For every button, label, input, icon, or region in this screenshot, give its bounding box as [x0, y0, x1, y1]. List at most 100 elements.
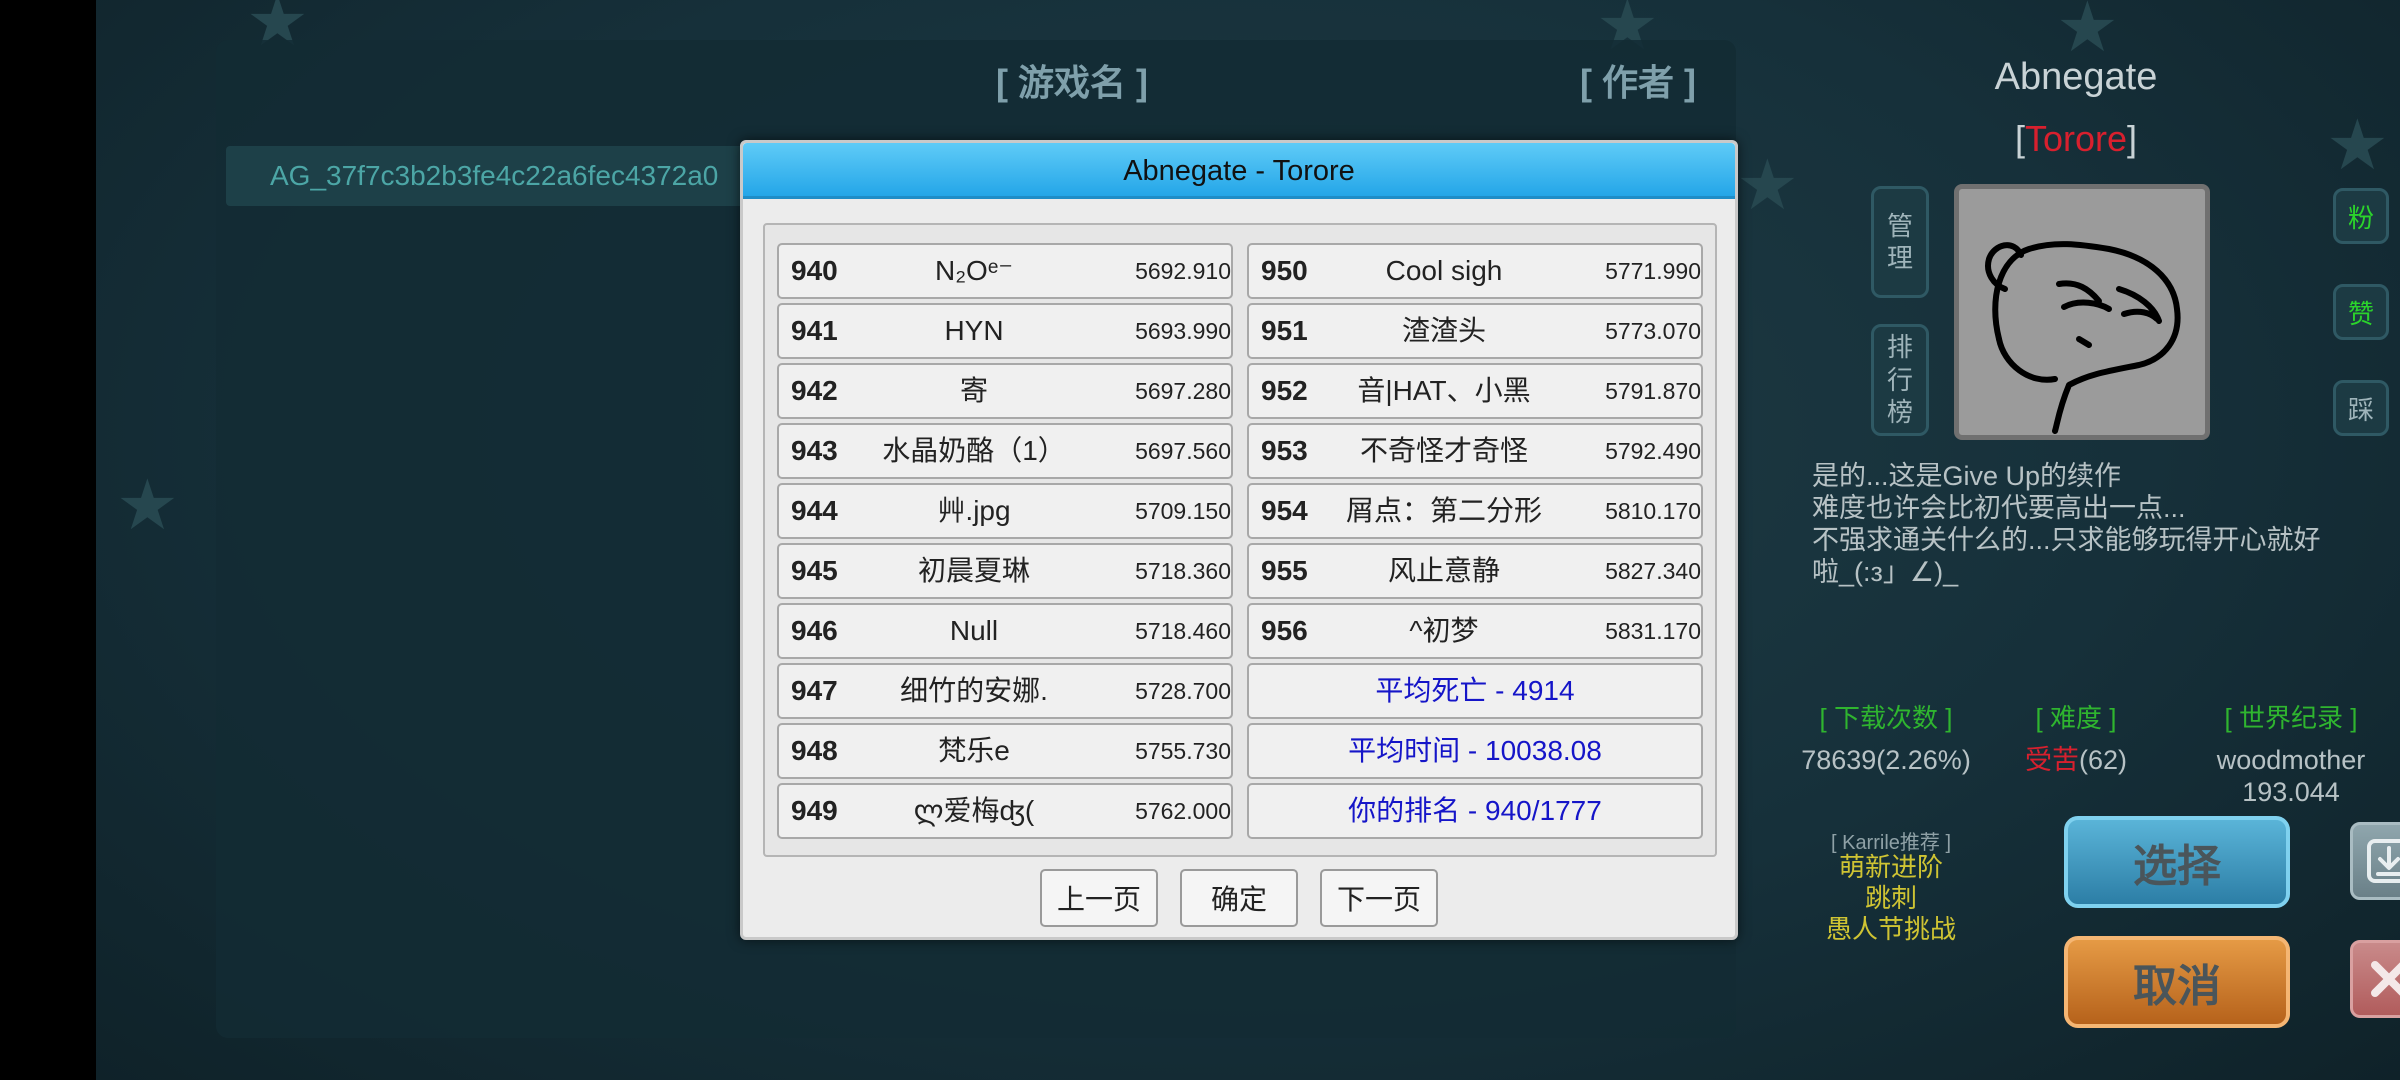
row-time: 5771.990 — [1605, 258, 1701, 284]
description-line: 啦_(:з」∠)_ — [1812, 557, 1959, 587]
leaderboard-row: 949 ლ爱梅ʤ(5762.000 — [777, 783, 1233, 839]
author-name[interactable]: Torore — [2025, 118, 2127, 159]
average-deaths-text: 平均死亡 - 4914 — [1375, 675, 1575, 706]
star-decoration: ★ — [116, 466, 179, 544]
next-page-button[interactable]: 下一页 — [1320, 869, 1438, 927]
row-player: HYN — [944, 315, 1004, 346]
row-player: 细竹的安娜. — [900, 675, 1048, 706]
row-time: 5773.070 — [1605, 318, 1701, 344]
downloads-header: [ 下载次数 ] — [1819, 703, 1953, 733]
column-header-author: [ 作者 ] — [1580, 62, 1696, 103]
recommend-tag[interactable]: 跳刺 — [1806, 883, 1976, 914]
author-avatar — [1954, 184, 2210, 440]
row-rank: 946 — [791, 615, 838, 646]
recommend-header: [ Karrile推荐 ] — [1830, 832, 1952, 854]
level-info-panel: Abnegate [Torore] 管理 排行榜 粉 赞 踩 是的...这是Gi… — [1796, 0, 2400, 1080]
level-description: 是的...这是Give Up的续作 难度也许会比初代要高出一点... 不强求通关… — [1812, 460, 2352, 588]
select-button[interactable]: 选择 — [2064, 816, 2290, 908]
bracket: [ — [2014, 118, 2025, 159]
row-time: 5692.910 — [1135, 258, 1231, 284]
leaderboard-row: 956 ^初梦 5831.170 — [1247, 603, 1703, 659]
row-time: 5697.560 — [1135, 438, 1231, 464]
leaderboard-row: 941 HYN 5693.990 — [777, 303, 1233, 359]
like-button[interactable]: 赞 — [2333, 284, 2389, 340]
level-title: Abnegate — [1994, 56, 2158, 98]
star-decoration: ★ — [1736, 146, 1799, 224]
dislike-button[interactable]: 踩 — [2333, 380, 2389, 436]
world-record-header: [ 世界纪录 ] — [2224, 703, 2358, 733]
difficulty-value: 受苦(62) — [1996, 744, 2156, 776]
row-player: N₂Oᵉ⁻ — [934, 255, 1014, 286]
column-header-game: [ 游戏名 ] — [996, 62, 1148, 103]
row-rank: 955 — [1261, 555, 1308, 586]
world-record-time: 193.044 — [2242, 777, 2340, 807]
leaderboard-row: 951 渣渣头 5773.070 — [1247, 303, 1703, 359]
row-rank: 956 — [1261, 615, 1308, 646]
leaderboard-row: 955 风止意静 5827.340 — [1247, 543, 1703, 599]
dislike-label: 踩 — [2347, 394, 2374, 425]
row-time: 5693.990 — [1135, 318, 1231, 344]
row-time: 5718.360 — [1135, 558, 1231, 584]
row-player: 艸.jpg — [937, 495, 1011, 526]
like-icon-label: 赞 — [2347, 298, 2374, 329]
row-time: 5792.490 — [1605, 438, 1701, 464]
row-time: 5791.870 — [1605, 378, 1701, 404]
download-icon — [2367, 839, 2400, 883]
row-time: 5709.150 — [1135, 498, 1231, 524]
your-rank: 你的排名 - 940/1777 — [1247, 783, 1703, 839]
average-deaths: 平均死亡 - 4914 — [1247, 663, 1703, 719]
world-record-value: woodmother 193.044 — [2176, 744, 2400, 808]
row-player: Cool sigh — [1385, 255, 1503, 286]
close-button[interactable] — [2350, 940, 2400, 1018]
row-time: 5697.280 — [1135, 378, 1231, 404]
row-time: 5728.700 — [1135, 678, 1231, 704]
description-line: 是的...这是Give Up的续作 — [1812, 461, 2122, 491]
leaderboard-row: 948 梵乐e 5755.730 — [777, 723, 1233, 779]
row-rank: 941 — [791, 315, 838, 346]
difficulty-header: [ 难度 ] — [2035, 703, 2117, 733]
leaderboard-row: 953 不奇怪才奇怪 5792.490 — [1247, 423, 1703, 479]
row-rank: 952 — [1261, 375, 1308, 406]
row-player: 初晨夏琳 — [917, 555, 1030, 586]
row-rank: 953 — [1261, 435, 1308, 466]
leaderboard-button[interactable]: 排行榜 — [1871, 324, 1929, 436]
row-rank: 944 — [791, 495, 838, 526]
recommend-tag[interactable]: 愚人节挑战 — [1806, 914, 1976, 945]
leaderboard-row: 942 寄 5697.280 — [777, 363, 1233, 419]
row-rank: 947 — [791, 675, 838, 706]
leaderboard-row: 945 初晨夏琳 5718.360 — [777, 543, 1233, 599]
row-time: 5827.340 — [1605, 558, 1701, 584]
description-line: 难度也许会比初代要高出一点... — [1812, 493, 2186, 523]
difficulty-label: 受苦 — [2024, 745, 2079, 775]
row-rank: 940 — [791, 255, 838, 286]
cancel-button[interactable]: 取消 — [2064, 936, 2290, 1028]
avatar-drawing — [1985, 241, 2181, 434]
confirm-button[interactable]: 确定 — [1180, 869, 1298, 927]
recommend-tag[interactable]: 萌新进阶 — [1806, 852, 1976, 883]
row-rank: 942 — [791, 375, 838, 406]
row-time: 5810.170 — [1605, 498, 1701, 524]
row-player: Null — [949, 615, 999, 646]
prev-page-button[interactable]: 上一页 — [1040, 869, 1158, 927]
row-player: ^初梦 — [1409, 615, 1479, 646]
level-list-item[interactable]: AG_37f7c3b2b3fe4c22a6fec4372a0 — [226, 146, 746, 206]
world-record-holder: woodmother — [2216, 745, 2366, 775]
row-rank: 945 — [791, 555, 838, 586]
row-rank: 950 — [1261, 255, 1308, 286]
row-player: 屑点：第二分形 — [1345, 495, 1542, 526]
close-icon — [2371, 961, 2400, 997]
dialog-title: Abnegate - Torore — [743, 143, 1735, 199]
manage-button[interactable]: 管理 — [1871, 186, 1929, 298]
leaderboard-label: 排行榜 — [1886, 332, 1913, 428]
author-line: [Torore] — [1796, 118, 2356, 160]
leaderboard-row: 950 Cool sigh 5771.990 — [1247, 243, 1703, 299]
average-time-text: 平均时间 - 10038.08 — [1348, 735, 1602, 766]
row-rank: 954 — [1261, 495, 1308, 526]
leaderboard-row: 943 水晶奶酪（1） 5697.560 — [777, 423, 1233, 479]
row-rank: 948 — [791, 735, 838, 766]
average-time: 平均时间 - 10038.08 — [1247, 723, 1703, 779]
fans-icon: 粉 — [2333, 188, 2389, 244]
leaderboard-row: 946 Null 5718.460 — [777, 603, 1233, 659]
row-rank: 949 — [791, 795, 838, 826]
download-button[interactable] — [2350, 822, 2400, 900]
